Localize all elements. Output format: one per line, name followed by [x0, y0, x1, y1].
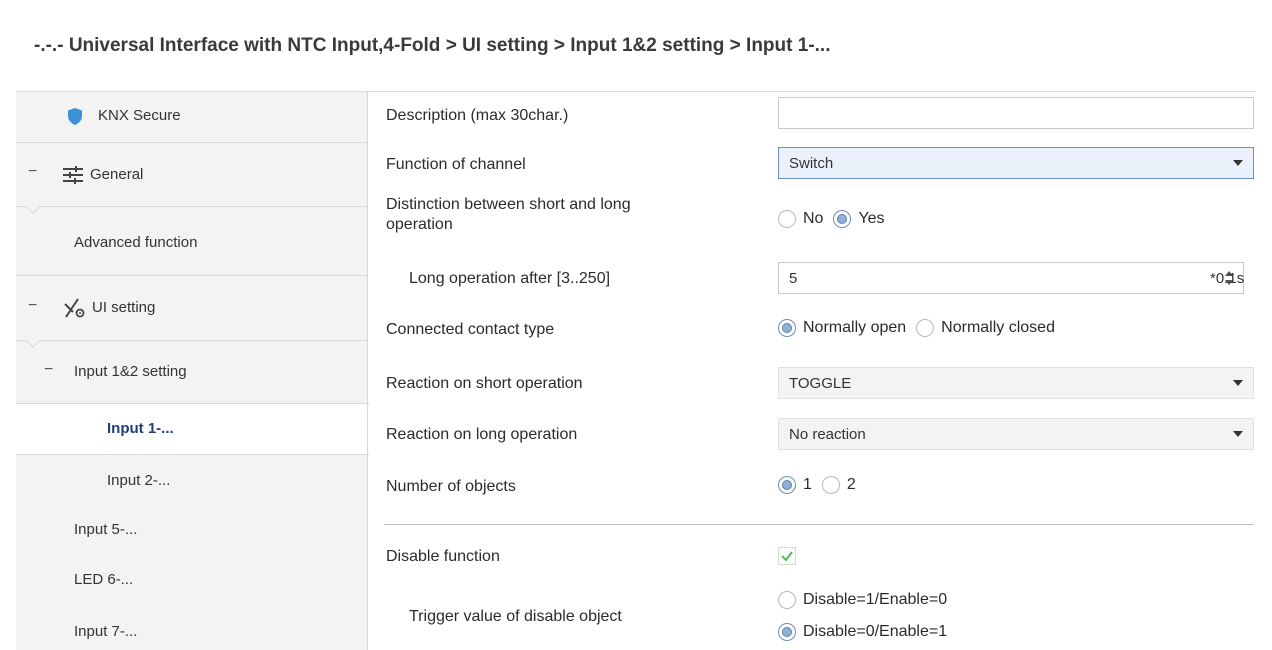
sidebar-item-advanced-function[interactable]: Advanced function [16, 207, 368, 275]
sidebar-item-label: Input 1&2 setting [74, 363, 187, 380]
sidebar-item-label: Advanced function [74, 234, 198, 251]
objects-label: Number of objects [386, 478, 516, 495]
radio-no[interactable] [778, 210, 796, 228]
long-reaction-label: Reaction on long operation [386, 426, 578, 443]
breadcrumb: -.-.- Universal Interface with NTC Input… [34, 35, 831, 56]
sidebar-item-led-6[interactable]: LED 6-... [16, 556, 368, 606]
sidebar-item-ui-setting[interactable]: − UI setting [16, 276, 368, 340]
trigger-label: Trigger value of disable object [409, 608, 622, 625]
function-value: Switch [789, 154, 834, 172]
sidebar: KNX Secure − General Advanced function − [16, 92, 369, 650]
collapse-icon[interactable]: − [44, 361, 53, 379]
sidebar-item-label: General [90, 166, 144, 183]
short-reaction-value: TOGGLE [789, 374, 852, 392]
sidebar-item-general[interactable]: − General [16, 143, 368, 206]
chevron-down-icon [1233, 380, 1243, 386]
sliders-icon [63, 166, 83, 188]
radio-normally-open-label: Normally open [803, 319, 907, 336]
chevron-down-icon [1233, 160, 1243, 166]
long-operation-input[interactable]: 5 [778, 262, 1244, 294]
radio-disable1-enable0-label: Disable=1/Enable=0 [803, 591, 948, 608]
radio-disable0-enable1[interactable] [778, 623, 796, 641]
radio-normally-open[interactable] [778, 319, 796, 337]
function-label: Function of channel [386, 156, 526, 173]
description-input[interactable] [778, 97, 1254, 129]
sidebar-item-input-5[interactable]: Input 5-... [16, 506, 368, 556]
parameter-panel: Description (max 30char.) Function of ch… [368, 92, 1272, 650]
description-label: Description (max 30char.) [386, 107, 569, 124]
radio-objects-2[interactable] [821, 476, 840, 494]
objects-radio-group: 1 2 [778, 476, 866, 494]
collapse-icon[interactable]: − [28, 163, 37, 181]
distinction-radio-group: No Yes [778, 210, 895, 228]
long-reaction-value: No reaction [789, 425, 866, 443]
radio-objects-2-label: 2 [846, 476, 856, 493]
sidebar-item-label: UI setting [92, 299, 156, 316]
long-operation-label: Long operation after [3..250] [409, 270, 611, 287]
trigger-radio-option-2: Disable=0/Enable=1 [778, 623, 957, 641]
long-reaction-select[interactable]: No reaction [778, 418, 1254, 450]
radio-yes[interactable] [833, 210, 852, 228]
disable-label: Disable function [386, 548, 500, 565]
collapse-icon[interactable]: − [28, 297, 37, 315]
shield-icon [68, 108, 82, 129]
radio-objects-1-label: 1 [803, 476, 812, 493]
radio-no-label: No [803, 210, 824, 227]
sidebar-item-input-1-2-setting[interactable]: − Input 1&2 setting [16, 341, 368, 403]
radio-normally-closed[interactable] [916, 319, 935, 337]
radio-normally-closed-label: Normally closed [941, 319, 1055, 336]
contact-type-radio-group: Normally open Normally closed [778, 319, 1065, 337]
sidebar-item-label: KNX Secure [98, 107, 181, 124]
chevron-down-icon [1233, 431, 1243, 437]
radio-yes-label: Yes [858, 210, 885, 227]
function-select[interactable]: Switch [778, 147, 1254, 179]
title-bar: -.-.- Universal Interface with NTC Input… [0, 0, 1272, 97]
section-divider [384, 524, 1254, 525]
radio-disable1-enable0[interactable] [778, 591, 796, 609]
disable-checkbox[interactable] [778, 547, 796, 565]
sidebar-item-input-7[interactable]: Input 7-... [16, 606, 368, 650]
sidebar-item-label: Input 2-... [107, 472, 171, 489]
checkmark-icon [781, 551, 793, 562]
distinction-label-line2: operation [386, 216, 453, 233]
long-operation-value: 5 [789, 269, 798, 287]
sidebar-item-label: LED 6-... [74, 571, 134, 588]
sidebar-item-input-1[interactable]: Input 1-... [16, 403, 369, 455]
radio-objects-1[interactable] [778, 476, 796, 494]
sidebar-item-label: Input 5-... [74, 521, 138, 538]
radio-disable0-enable1-label: Disable=0/Enable=1 [803, 623, 948, 640]
unit-label: *0.1s [1210, 270, 1245, 287]
sidebar-item-label: Input 1-... [107, 420, 174, 437]
sidebar-item-knx-secure[interactable]: KNX Secure [16, 92, 368, 142]
sidebar-item-label: Input 7-... [74, 623, 138, 640]
short-reaction-select[interactable]: TOGGLE [778, 367, 1254, 399]
trigger-radio-option-1: Disable=1/Enable=0 [778, 591, 957, 609]
ui-setting-icon [64, 298, 86, 322]
distinction-label-line1: Distinction between short and long [386, 196, 631, 213]
contact-type-label: Connected contact type [386, 321, 555, 338]
sidebar-item-input-2[interactable]: Input 2-... [16, 456, 368, 506]
short-reaction-label: Reaction on short operation [386, 375, 583, 392]
